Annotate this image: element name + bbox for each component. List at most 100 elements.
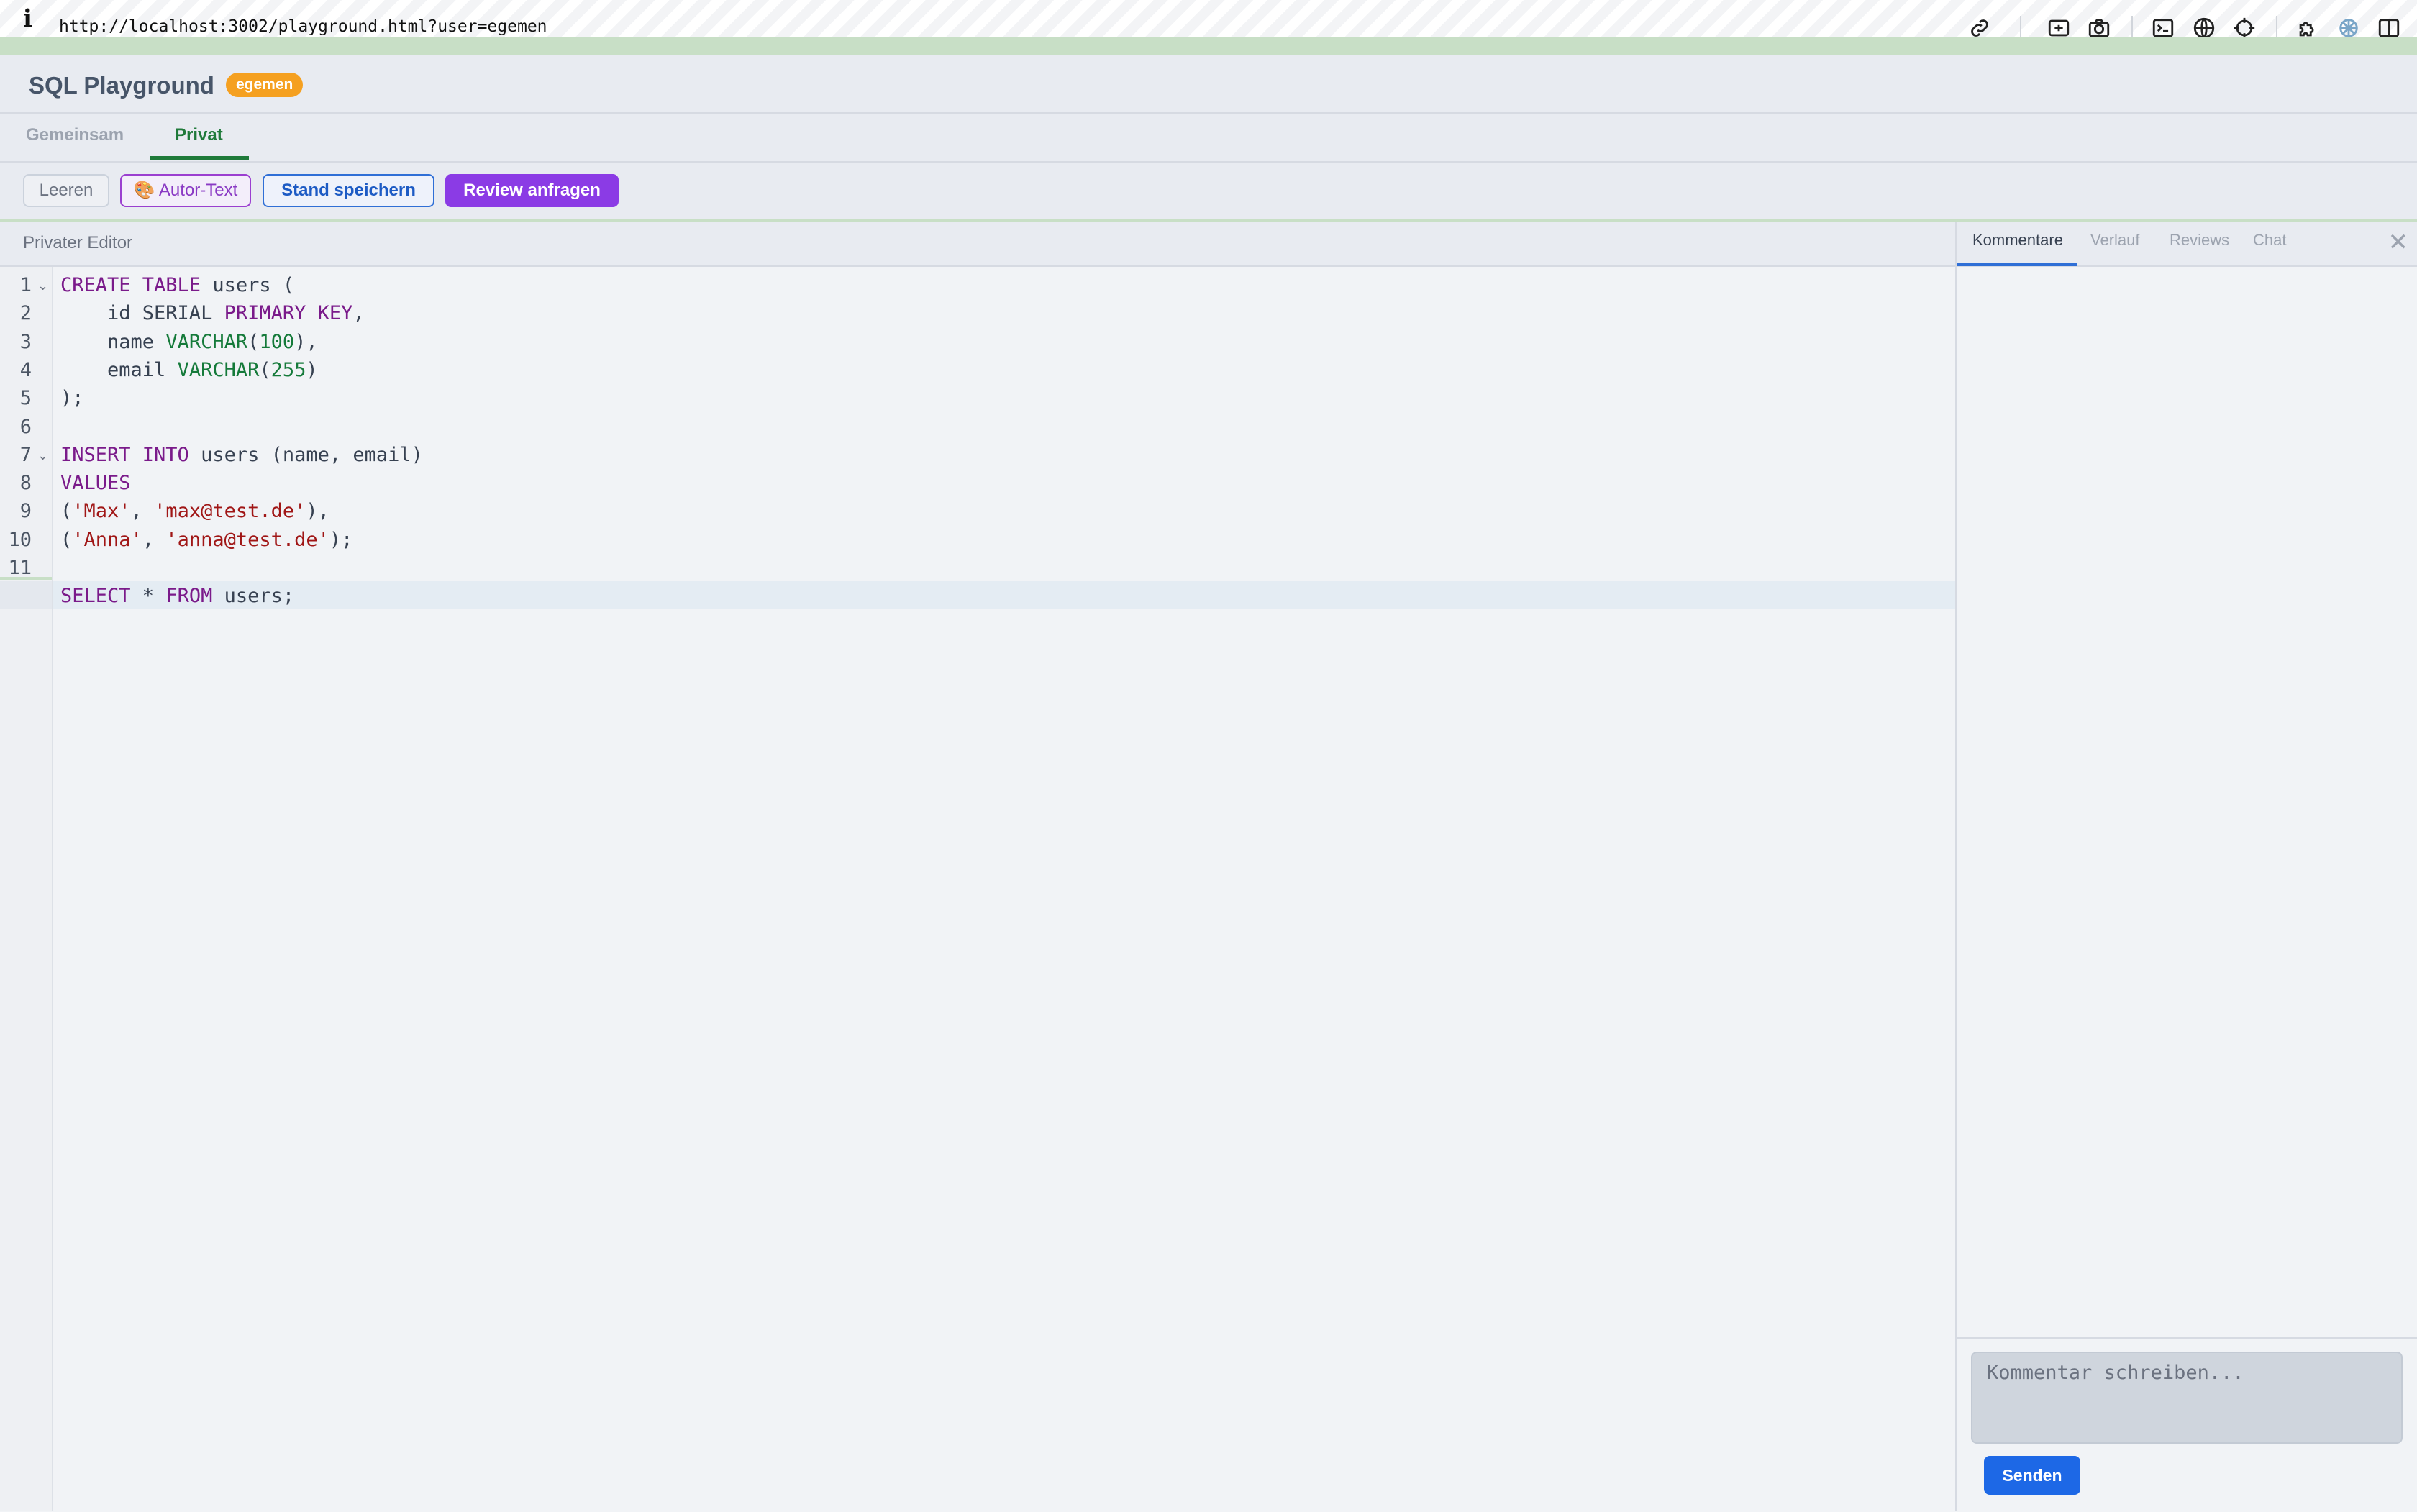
code-token: 'Anna': [72, 528, 142, 551]
progress-strip: [0, 37, 2417, 55]
comment-input[interactable]: [1971, 1352, 2403, 1444]
code-token: );: [60, 387, 84, 410]
screenshot-area-icon[interactable]: [2047, 16, 2071, 40]
line-number: 8: [19, 472, 32, 495]
code-token: 255: [270, 358, 306, 381]
active-line-marker: [0, 577, 52, 580]
code-token: users (name, email): [188, 443, 423, 466]
code-token: VALUES: [60, 472, 131, 495]
line-number: 2: [19, 302, 32, 325]
code-token: ),: [306, 500, 329, 523]
tab-history[interactable]: Verlauf: [2090, 231, 2140, 250]
code-token: name: [60, 330, 166, 353]
code-line: SELECT * FROM users;: [60, 585, 294, 607]
code-line: name VARCHAR(100),: [60, 331, 318, 353]
save-state-button[interactable]: Stand speichern: [263, 174, 434, 207]
code-token: CREATE TABLE: [60, 274, 201, 296]
code-token: 'anna@test.de': [165, 528, 329, 551]
clear-button[interactable]: Leeren: [23, 174, 109, 207]
line-number: 5: [19, 387, 32, 410]
fold-chevron-icon[interactable]: ⌄: [37, 448, 48, 463]
code-token: 'Max': [72, 500, 131, 523]
active-side-tab-indicator: [1957, 263, 2077, 266]
mode-tabs: Gemeinsam Privat: [0, 114, 2417, 163]
code-token: users (: [201, 274, 295, 296]
code-token: email: [60, 358, 178, 381]
code-token: SELECT: [60, 585, 131, 608]
code-token: FROM: [165, 585, 213, 608]
code-token: PRIMARY KEY: [224, 302, 353, 325]
tab-gemeinsam[interactable]: Gemeinsam: [26, 125, 124, 145]
tab-reviews[interactable]: Reviews: [2170, 231, 2229, 250]
code-token: (: [60, 500, 73, 523]
code-token: users;: [212, 585, 295, 608]
line-number: 4: [19, 358, 32, 381]
line-number: 6: [19, 415, 32, 438]
code-token: id SERIAL: [60, 302, 224, 325]
camera-icon[interactable]: [2087, 16, 2111, 40]
toolbar-divider: [2020, 16, 2021, 40]
line-number-gutter: 1⌄234567⌄89101112: [0, 267, 53, 1511]
code-token: ),: [294, 330, 318, 353]
code-token: VARCHAR: [165, 330, 248, 353]
toolbar-divider: [2276, 16, 2277, 40]
code-token: (: [259, 358, 271, 381]
request-review-button[interactable]: Review anfragen: [445, 174, 619, 207]
user-badge: egemen: [226, 73, 304, 97]
terminal-icon[interactable]: [2151, 16, 2175, 40]
info-icon[interactable]: i: [23, 4, 32, 33]
code-token: (: [60, 528, 73, 551]
code-line: ('Max', 'max@test.de'),: [60, 500, 329, 522]
line-number: 7: [19, 443, 32, 466]
editor-header: Privater Editor: [0, 222, 1955, 267]
code-line: ('Anna', 'anna@test.de');: [60, 529, 352, 551]
code-line: CREATE TABLE users (: [60, 274, 294, 296]
crosshair-icon[interactable]: [2232, 16, 2257, 40]
code-token: INSERT INTO: [60, 443, 189, 466]
browser-toolbar: i http://localhost:3002/playground.html?…: [0, 0, 2417, 40]
line-number: 1: [19, 274, 32, 296]
comment-composer: Senden: [1957, 1337, 2417, 1512]
author-text-button[interactable]: 🎨 Autor-Text: [120, 174, 251, 207]
url-bar[interactable]: http://localhost:3002/playground.html?us…: [59, 17, 547, 36]
network-icon[interactable]: [2336, 16, 2361, 40]
code-token: 100: [259, 330, 295, 353]
tab-comments[interactable]: Kommentare: [1972, 231, 2063, 250]
code-token: VARCHAR: [177, 358, 260, 381]
code-token: ): [306, 358, 318, 381]
active-gutter-highlight: [0, 581, 52, 609]
close-icon[interactable]: ✕: [2388, 228, 2409, 257]
toolbar-divider: [2131, 16, 2133, 40]
side-panel-tabs: Kommentare Verlauf Reviews Chat ✕: [1957, 222, 2417, 267]
code-token: (: [247, 330, 260, 353]
send-button[interactable]: Senden: [1984, 1456, 2080, 1495]
tab-privat[interactable]: Privat: [175, 125, 223, 145]
side-panel: Kommentare Verlauf Reviews Chat ✕ Senden: [1955, 222, 2417, 1512]
code-token: *: [130, 585, 166, 608]
page-title: SQL Playground: [29, 72, 214, 99]
line-number: 10: [8, 528, 32, 551]
line-number: 9: [19, 500, 32, 523]
link-icon[interactable]: [1967, 16, 1992, 40]
code-line: INSERT INTO users (name, email): [60, 444, 423, 466]
code-token: 'max@test.de': [154, 500, 306, 523]
fold-chevron-icon[interactable]: ⌄: [37, 278, 48, 293]
app-header: SQL Playground egemen: [0, 55, 2417, 114]
active-line-highlight: [53, 581, 1955, 609]
extension-icon[interactable]: [2295, 16, 2320, 40]
sidebar-toggle-icon[interactable]: [2377, 16, 2401, 40]
code-line: VALUES: [60, 472, 131, 494]
code-line: );: [60, 387, 84, 409]
line-number: 3: [19, 330, 32, 353]
active-tab-indicator: [150, 156, 249, 160]
code-token: ,: [352, 302, 365, 325]
code-line: id SERIAL PRIMARY KEY,: [60, 302, 365, 324]
code-line: email VARCHAR(255): [60, 359, 318, 381]
code-token: ,: [142, 528, 166, 551]
editor-title: Privater Editor: [23, 233, 133, 252]
tab-chat[interactable]: Chat: [2253, 231, 2286, 250]
globe-icon[interactable]: [2192, 16, 2216, 40]
code-token: ,: [130, 500, 155, 523]
code-token: );: [329, 528, 353, 551]
line-number: 11: [8, 557, 32, 579]
